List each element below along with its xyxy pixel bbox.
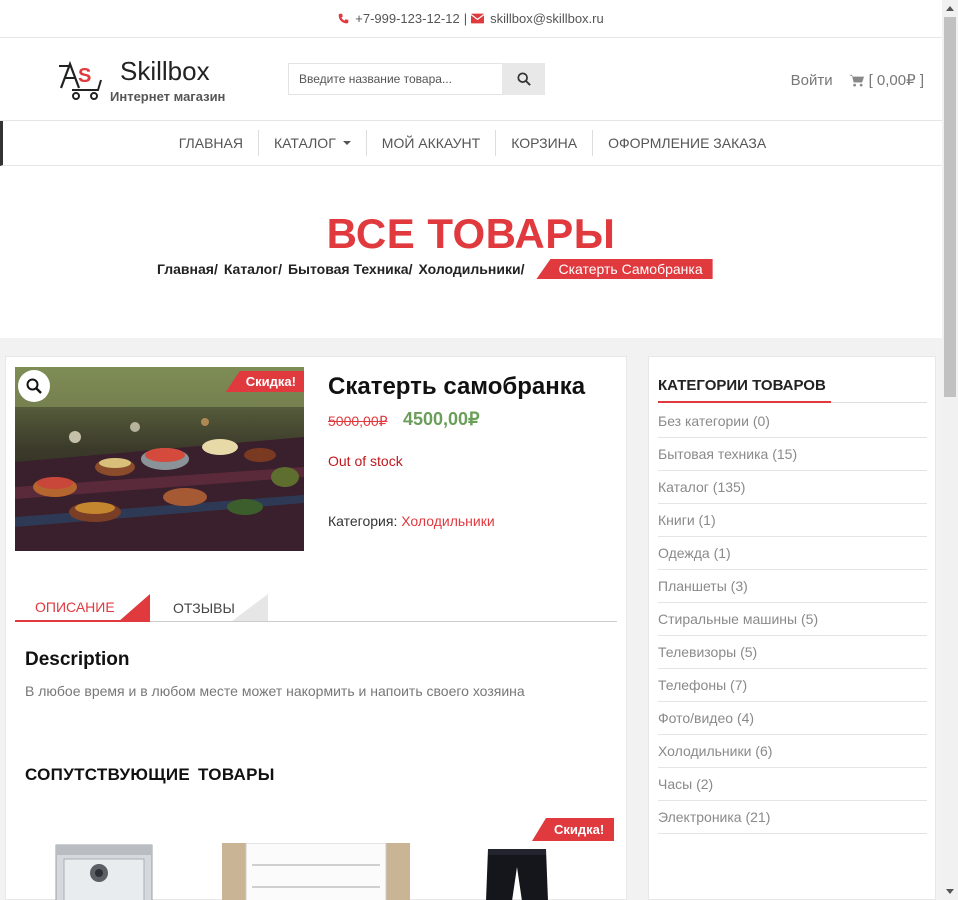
nav-home-label: ГЛАВНАЯ — [178, 135, 243, 151]
tab-description[interactable]: ОПИСАНИЕ — [15, 594, 150, 622]
description-heading: Description — [25, 649, 130, 670]
category-item[interactable]: Электроника (21) — [658, 801, 927, 834]
category-label: Категория: — [328, 513, 398, 529]
category-item[interactable]: Книги (1) — [658, 504, 927, 537]
category-item[interactable]: Часы (2) — [658, 768, 927, 801]
cart-icon[interactable] — [848, 74, 864, 87]
category-item[interactable]: Без категории (0) — [658, 405, 927, 438]
scrollbar-thumb[interactable] — [944, 17, 956, 397]
breadcrumb-appliances[interactable]: Бытовая Техника/ — [288, 261, 413, 277]
related-product-fridge-2[interactable] — [222, 843, 410, 900]
category-item[interactable]: Фото/видео (4) — [658, 702, 927, 735]
skillbox-logo[interactable]: S — [58, 58, 104, 102]
product-image[interactable]: Скидка! — [15, 367, 304, 551]
old-price: 5000,00₽ — [328, 413, 388, 429]
breadcrumb-home[interactable]: Главная/ — [157, 261, 218, 277]
breadcrumb-fridges[interactable]: Холодильники/ — [418, 261, 524, 277]
svg-text:S: S — [78, 65, 91, 87]
sidebar-heading: КАТЕГОРИИ ТОВАРОВ — [658, 377, 826, 394]
nav-checkout[interactable]: ОФОРМЛЕНИЕ ЗАКАЗА — [593, 130, 781, 156]
nav-catalog[interactable]: КАТАЛОГ — [259, 130, 367, 156]
envelope-icon — [471, 13, 485, 24]
nav-catalog-label: КАТАЛОГ — [273, 135, 336, 151]
sale-price: 4500,00₽ — [403, 409, 480, 429]
page-hero: ВСЕ ТОВАРЫ Главная/ Каталог/ Бытовая Тех… — [0, 166, 942, 338]
site-header: S Skillbox Интернет магазин Войти [ 0,00… — [0, 38, 942, 121]
brand-name[interactable]: Skillbox — [120, 56, 210, 87]
product-search — [288, 63, 545, 95]
related-product-fridge-1[interactable] — [54, 843, 154, 900]
phone-icon — [338, 13, 349, 24]
category-item[interactable]: Холодильники (6) — [658, 735, 927, 768]
category-list: Без категории (0) Бытовая техника (15) К… — [658, 405, 927, 834]
breadcrumb: Главная/ Каталог/ Бытовая Техника/ Холод… — [157, 259, 713, 279]
login-link[interactable]: Войти — [791, 72, 833, 89]
header-actions: Войти [ 0,00₽ ] — [791, 71, 924, 90]
topbar-separator: | — [463, 11, 468, 26]
main-nav: ГЛАВНАЯ КАТАЛОГ МОЙ АККАУНТ КОРЗИНА ОФОР… — [0, 121, 942, 166]
category-sidebar: КАТЕГОРИИ ТОВАРОВ Без категории (0) Быто… — [648, 356, 936, 900]
top-bar: +7-999-123-12-12 | skillbox@skillbox.ru — [0, 0, 942, 38]
sidebar-heading-underline — [658, 401, 831, 403]
category-link[interactable]: Холодильники — [401, 513, 494, 529]
nav-cart-label: КОРЗИНА — [511, 135, 578, 151]
product-tabs: ОПИСАНИЕ ОТЗЫВЫ — [15, 594, 617, 622]
email-link[interactable]: skillbox@skillbox.ru — [490, 11, 604, 26]
category-item[interactable]: Каталог (135) — [658, 471, 927, 504]
breadcrumb-catalog[interactable]: Каталог/ — [224, 261, 282, 277]
scroll-up-icon[interactable] — [946, 6, 954, 11]
tab-reviews[interactable]: ОТЗЫВЫ — [173, 594, 268, 621]
product-category: Категория: Холодильники — [328, 513, 495, 529]
category-item[interactable]: Телефоны (7) — [658, 669, 927, 702]
brand-tagline: Интернет магазин — [110, 89, 226, 104]
nav-account-label: МОЙ АККАУНТ — [381, 135, 481, 151]
related-product-jeans[interactable] — [482, 849, 552, 900]
page-title: ВСЕ ТОВАРЫ — [326, 210, 616, 257]
related-sale-badge: Скидка! — [532, 818, 615, 841]
search-icon — [516, 72, 531, 86]
nav-cart[interactable]: КОРЗИНА — [496, 130, 594, 156]
related-heading: СОПУТСТВУЮЩИЕ ТОВАРЫ — [25, 765, 275, 784]
category-item[interactable]: Телевизоры (5) — [658, 636, 927, 669]
page-scrollbar[interactable] — [942, 0, 958, 900]
breadcrumb-current: Скатерть Самобранка — [536, 259, 713, 279]
category-item[interactable]: Бытовая техника (15) — [658, 438, 927, 471]
nav-home[interactable]: ГЛАВНАЯ — [164, 130, 259, 156]
category-item[interactable]: Планшеты (3) — [658, 570, 927, 603]
product-title: Скатерть самобранка — [328, 373, 586, 400]
nav-checkout-label: ОФОРМЛЕНИЕ ЗАКАЗА — [608, 135, 767, 151]
category-item[interactable]: Одежда (1) — [658, 537, 927, 570]
search-input[interactable] — [288, 63, 502, 95]
description-text: В любое время и в любом месте может нако… — [25, 683, 525, 699]
nav-account[interactable]: МОЙ АККАУНТ — [367, 130, 497, 156]
tab-description-label: ОПИСАНИЕ — [35, 599, 115, 615]
stock-status: Out of stock — [328, 453, 403, 469]
scroll-down-icon[interactable] — [946, 889, 954, 894]
chevron-down-icon — [342, 141, 351, 145]
category-item[interactable]: Стиральные машины (5) — [658, 603, 927, 636]
search-button[interactable] — [502, 63, 545, 95]
cart-total[interactable]: [ 0,00₽ ] — [869, 71, 924, 89]
phone-number[interactable]: +7-999-123-12-12 — [355, 11, 459, 26]
zoom-button[interactable] — [18, 370, 50, 402]
tab-reviews-label: ОТЗЫВЫ — [173, 599, 235, 616]
product-panel: Скидка! Скатерть самобранка 5000,00₽ 450… — [5, 356, 627, 900]
magnifier-icon — [26, 378, 42, 394]
